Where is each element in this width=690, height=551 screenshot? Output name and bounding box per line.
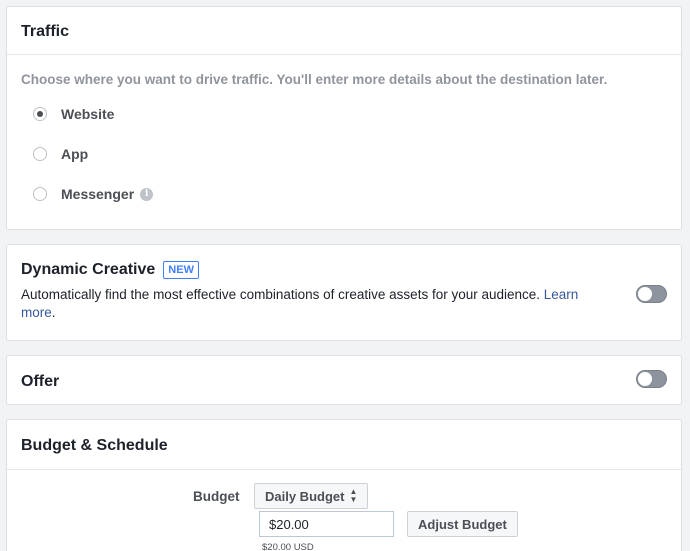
budget-schedule-title: Budget & Schedule [21,437,168,454]
radio-website[interactable] [33,107,47,121]
budget-schedule-card: Budget & Schedule Budget Daily Budget ▲ ▼… [6,419,682,551]
dynamic-creative-card: Dynamic Creative NEW Automatically find … [6,244,682,341]
budget-label: Budget [193,489,240,504]
sort-arrows-icon: ▲ ▼ [349,487,358,504]
traffic-title: Traffic [21,23,70,40]
budget-header: Budget & Schedule [7,420,681,470]
dynamic-creative-title: Dynamic Creative [21,261,156,278]
offer-card: Offer [6,355,682,405]
offer-title: Offer [21,373,60,390]
radio-label-messenger: Messenger [61,186,135,202]
dynamic-creative-text: Automatically find the most effective co… [21,287,544,302]
budget-type-select[interactable]: Daily Budget ▲ ▼ [254,483,369,509]
radio-option-website[interactable]: Website [33,105,114,123]
offer-toggle[interactable] [636,370,667,388]
dynamic-creative-description: Automatically find the most effective co… [21,286,581,322]
traffic-description: Choose where you want to drive traffic. … [21,72,608,87]
adjust-budget-button[interactable]: Adjust Budget [407,511,518,537]
traffic-card: Traffic Choose where you want to drive t… [6,6,682,230]
budget-usd-note: $20.00 USD [262,542,314,551]
budget-amount-input[interactable] [259,511,394,537]
radio-label-app: App [61,146,89,162]
radio-app[interactable] [33,147,47,161]
radio-option-messenger[interactable]: Messenger i [33,185,154,203]
traffic-header: Traffic [7,7,681,55]
new-badge: NEW [163,261,199,279]
radio-option-app[interactable]: App [33,145,88,163]
dynamic-creative-title-row: Dynamic Creative NEW [21,261,199,279]
radio-messenger[interactable] [33,187,47,201]
dynamic-creative-toggle[interactable] [636,285,667,303]
dynamic-creative-period: . [51,305,56,320]
radio-label-website: Website [61,106,115,122]
info-icon[interactable]: i [140,187,154,201]
budget-type-value: Daily Budget [265,488,345,504]
